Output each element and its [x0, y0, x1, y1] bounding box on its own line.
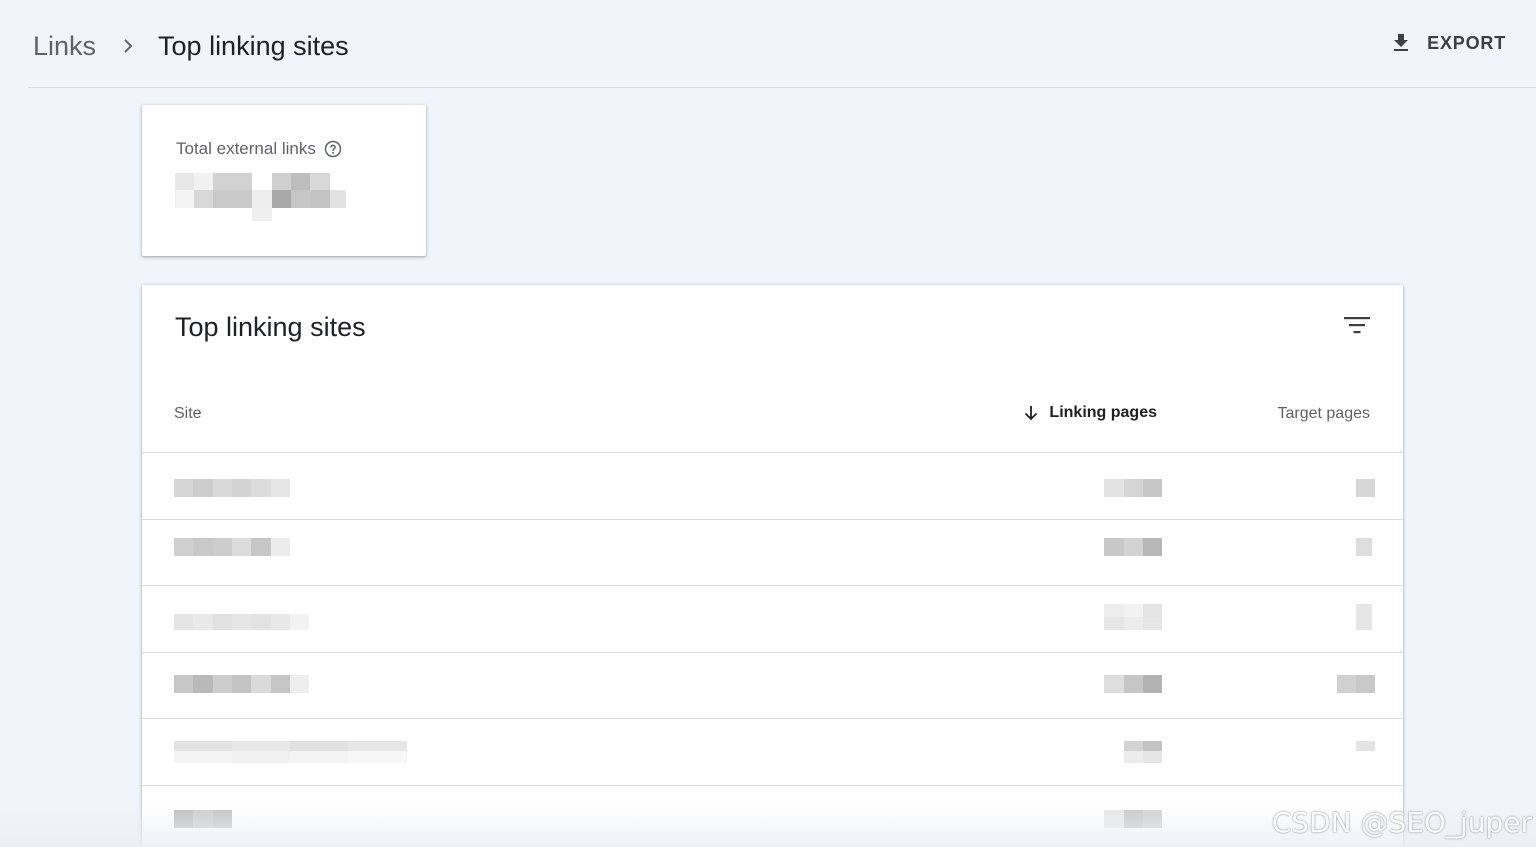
search-console-page: Links Top linking sites EXPORT Total ext…: [0, 0, 1536, 847]
column-header-linking-pages[interactable]: Linking pages: [1021, 403, 1157, 423]
target-pages-redacted: [1356, 479, 1375, 497]
chevron-right-icon: [116, 34, 140, 58]
total-external-links-card: Total external links: [142, 105, 426, 256]
breadcrumb: Links Top linking sites: [33, 28, 349, 64]
summary-value-redacted: [175, 173, 346, 221]
linking-pages-redacted: [1104, 479, 1162, 497]
export-button[interactable]: EXPORT: [1389, 28, 1506, 58]
linking-pages-redacted: [1104, 604, 1162, 630]
table-row[interactable]: [142, 719, 1403, 786]
download-icon: [1394, 34, 1409, 51]
linking-pages-redacted: [1124, 741, 1162, 763]
table-title: Top linking sites: [175, 312, 366, 342]
site-redacted: [174, 479, 290, 497]
breadcrumb-links[interactable]: Links: [33, 31, 96, 62]
site-redacted: [174, 614, 309, 630]
table-row[interactable]: [142, 786, 1403, 847]
target-pages-redacted: [1356, 741, 1375, 751]
column-header-site[interactable]: Site: [174, 405, 202, 423]
table-row[interactable]: [142, 586, 1403, 653]
summary-label-wrap: Total external links: [176, 139, 343, 159]
linking-pages-redacted: [1104, 674, 1162, 693]
linking-pages-redacted: [1104, 537, 1162, 556]
target-pages-redacted: [1337, 674, 1375, 693]
site-redacted: [174, 537, 290, 556]
site-redacted: [174, 674, 309, 693]
table-row[interactable]: [142, 520, 1403, 586]
column-header-target-pages[interactable]: Target pages: [1277, 405, 1370, 423]
help-icon[interactable]: [323, 139, 343, 159]
page-title: Top linking sites: [158, 30, 349, 61]
table-body: [142, 453, 1403, 847]
filter-icon[interactable]: [1343, 313, 1371, 337]
target-pages-redacted: [1356, 604, 1372, 630]
site-redacted: [174, 741, 407, 763]
top-linking-sites-table-card: Top linking sites Site Linking pages Tar…: [142, 285, 1403, 847]
target-pages-redacted: [1356, 537, 1372, 556]
arrow-down-icon: [1025, 406, 1038, 421]
table-row[interactable]: [142, 453, 1403, 520]
export-label: EXPORT: [1427, 32, 1506, 53]
watermark: CSDN @SEO_juper: [1271, 806, 1532, 839]
table-row[interactable]: [142, 653, 1403, 719]
site-redacted: [174, 809, 232, 828]
page-header: Links Top linking sites EXPORT: [28, 0, 1536, 88]
column-header-linking-pages-label: Linking pages: [1049, 404, 1157, 421]
table-header: Site Linking pages Target pages: [142, 385, 1403, 453]
linking-pages-redacted: [1104, 809, 1162, 828]
summary-label: Total external links: [176, 139, 316, 158]
